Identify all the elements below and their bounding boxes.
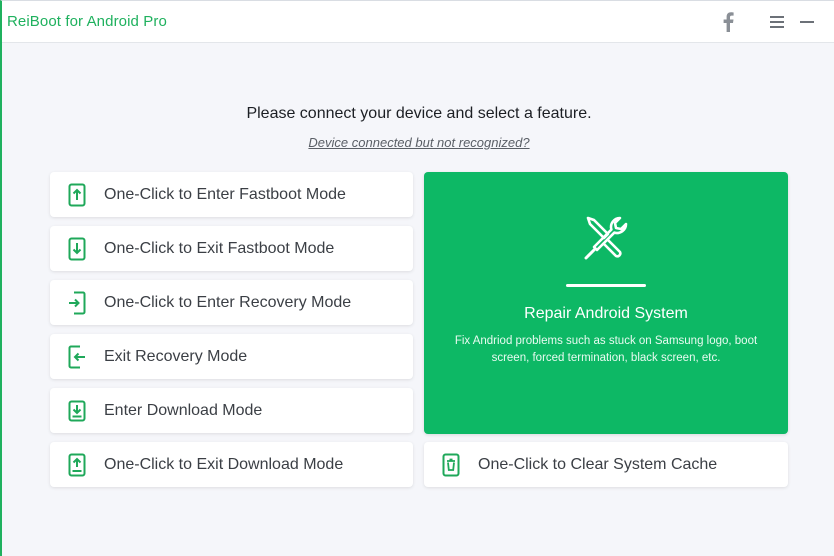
enter-fastboot-button[interactable]: One-Click to Enter Fastboot Mode [50, 172, 413, 217]
enter-download-button[interactable]: Enter Download Mode [50, 388, 413, 433]
phone-upload-icon [67, 453, 87, 477]
repair-android-system-button[interactable]: Repair Android System Fix Andriod proble… [424, 172, 788, 434]
phone-enter-icon [67, 291, 87, 315]
page-heading: Please connect your device and select a … [246, 105, 592, 122]
clear-system-cache-button[interactable]: One-Click to Clear System Cache [424, 442, 788, 487]
title-underline [566, 284, 646, 287]
cache-label: One-Click to Clear System Cache [478, 455, 718, 473]
minimize-icon[interactable] [795, 9, 819, 35]
menu-icon[interactable] [765, 9, 789, 35]
title-bar: ReiBoot for Android Pro [2, 1, 834, 43]
feature-label: One-Click to Enter Fastboot Mode [104, 185, 346, 203]
feature-label: One-Click to Exit Download Mode [104, 455, 344, 473]
feature-label: Exit Recovery Mode [104, 347, 248, 365]
repair-description: Fix Andriod problems such as stuck on Sa… [454, 335, 758, 364]
phone-arrow-down-icon [67, 237, 87, 261]
app-window: ReiBoot for Android Pro Please connect y… [0, 0, 834, 556]
facebook-icon[interactable] [716, 9, 740, 35]
feature-label: One-Click to Enter Recovery Mode [104, 293, 352, 311]
feature-label: Enter Download Mode [104, 401, 263, 419]
app-title: ReiBoot for Android Pro [7, 13, 167, 30]
tray-download-icon [67, 399, 87, 423]
phone-arrow-up-icon [67, 183, 87, 207]
exit-download-button[interactable]: One-Click to Exit Download Mode [50, 442, 413, 487]
phone-exit-icon [67, 345, 87, 369]
close-icon[interactable] [824, 9, 834, 35]
feature-label: One-Click to Exit Fastboot Mode [104, 239, 335, 257]
enter-recovery-button[interactable]: One-Click to Enter Recovery Mode [50, 280, 413, 325]
device-not-recognized-link[interactable]: Device connected but not recognized? [2, 135, 834, 150]
tools-icon [582, 214, 630, 262]
exit-recovery-button[interactable]: Exit Recovery Mode [50, 334, 413, 379]
repair-title: Repair Android System [524, 305, 688, 322]
exit-fastboot-button[interactable]: One-Click to Exit Fastboot Mode [50, 226, 413, 271]
trash-phone-icon [441, 453, 461, 477]
